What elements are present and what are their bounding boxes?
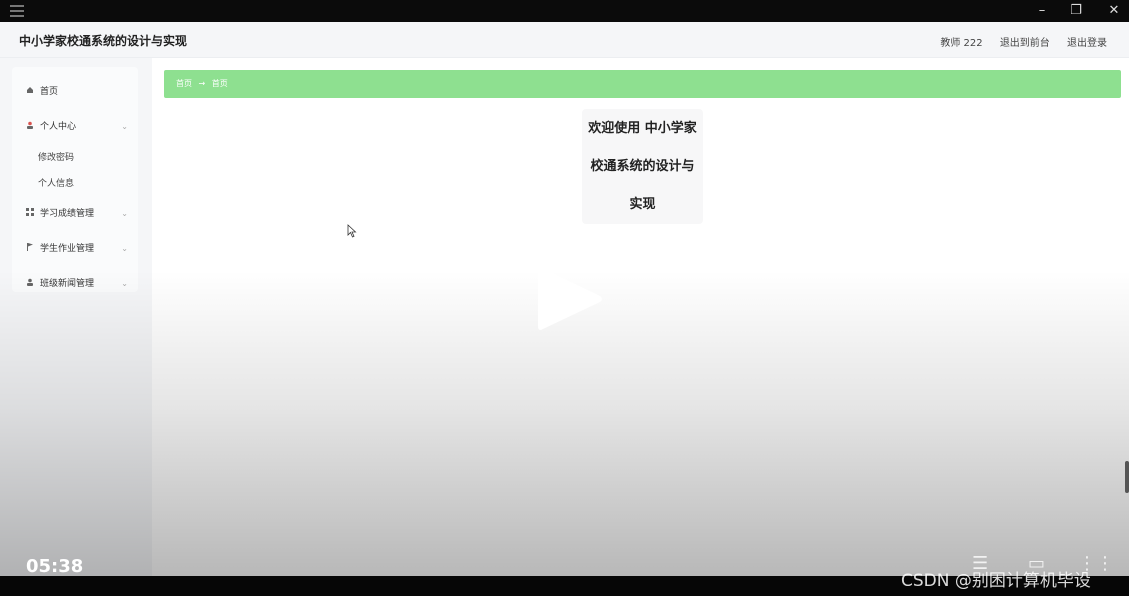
current-user-label: 教师 222 [940,38,983,49]
main-content: 首页 → 首页 欢迎使用 中小学家 校通系统的设计与 实现 [152,58,1129,576]
chevron-down-icon: ⌄ [121,122,128,131]
chevron-down-icon: ⌄ [121,209,128,218]
restore-button[interactable]: ❐ [1068,3,1084,19]
mouse-cursor-icon [347,224,357,238]
sidebar-item-label: 首页 [40,87,59,97]
header-user-area: 教师 222 退出到前台 退出登录 [926,34,1107,49]
sidebar-subitem-change-password[interactable]: 修改密码 [38,148,74,168]
chevron-down-icon: ⌄ [121,244,128,253]
video-timestamp: 05:38 [26,556,84,577]
scrollbar-handle[interactable] [1125,461,1129,493]
watermark-text: CSDN @别困计算机毕设 [901,571,1091,591]
sidebar: 首页 个人中心 ⌄ 修改密码 个人信息 学习成绩管理 ⌄ 学生作业管理 ⌄ 班级… [0,58,152,576]
grid-icon [25,204,35,224]
close-button[interactable]: ✕ [1106,3,1122,19]
welcome-text-line: 校通系统的设计与 [590,159,695,174]
app-title: 中小学家校通系统的设计与实现 [19,34,188,48]
app-header: 中小学家校通系统的设计与实现 教师 222 退出到前台 退出登录 [0,22,1129,58]
breadcrumb-home[interactable]: 首页 [176,79,192,88]
home-icon [25,82,35,102]
window-titlebar: – ❐ ✕ [0,0,1129,22]
play-icon[interactable] [536,264,604,334]
sidebar-item-grades[interactable]: 学习成绩管理 ⌄ [12,204,138,224]
sidebar-item-label: 个人中心 [40,122,77,132]
sidebar-item-home[interactable]: 首页 [12,82,138,102]
sidebar-item-homework[interactable]: 学生作业管理 ⌄ [12,239,138,259]
hamburger-menu-icon[interactable] [10,5,24,17]
exit-to-front-link[interactable]: 退出到前台 [1000,38,1050,49]
sidebar-subitem-profile[interactable]: 个人信息 [38,174,74,194]
logout-link[interactable]: 退出登录 [1067,38,1107,49]
breadcrumb: 首页 → 首页 [164,70,1121,98]
sidebar-item-label: 学习成绩管理 [40,209,95,219]
welcome-text-line: 欢迎使用 中小学家 [588,121,697,136]
sidebar-menu: 首页 个人中心 ⌄ 修改密码 个人信息 学习成绩管理 ⌄ 学生作业管理 ⌄ 班级… [12,67,138,292]
welcome-text-line: 实现 [629,197,656,212]
sidebar-item-personal-center[interactable]: 个人中心 ⌄ [12,117,138,137]
welcome-card: 欢迎使用 中小学家 校通系统的设计与 实现 [582,109,703,224]
sidebar-item-label: 学生作业管理 [40,244,95,254]
user-icon [25,117,35,137]
breadcrumb-separator: → [198,79,206,88]
breadcrumb-current: 首页 [211,79,228,88]
person-icon [25,274,35,294]
sidebar-item-class-news[interactable]: 班级新闻管理 ⌄ [12,274,138,294]
flag-icon [25,239,35,259]
sidebar-item-label: 班级新闻管理 [40,279,95,289]
minimize-button[interactable]: – [1034,3,1050,19]
chevron-down-icon: ⌄ [121,279,128,288]
